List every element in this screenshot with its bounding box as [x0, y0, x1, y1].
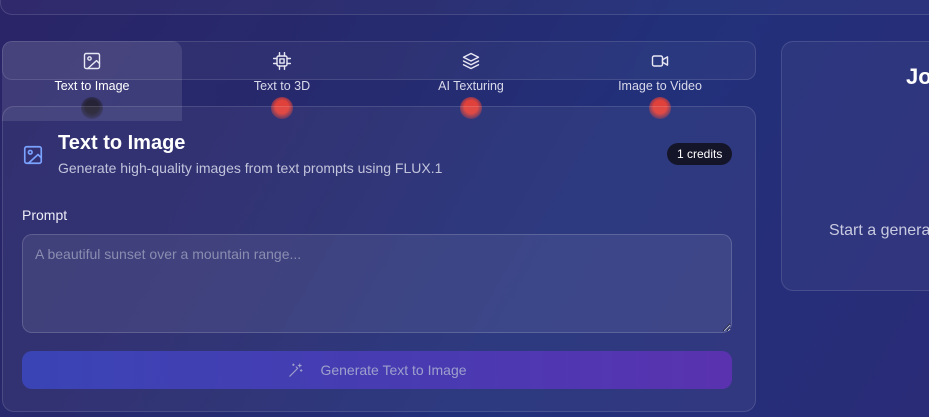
tab-label: Text to 3D [253, 79, 311, 93]
prompt-input[interactable] [22, 234, 732, 333]
results-panel: Jo Start a genera [781, 41, 929, 291]
layers-icon [462, 52, 480, 70]
generate-button-label: Generate Text to Image [320, 362, 467, 378]
prompt-label: Prompt [22, 207, 68, 223]
top-header-bar [0, 0, 929, 15]
results-empty-text: Start a genera [829, 222, 929, 239]
image-icon [83, 52, 101, 70]
credits-badge: 1 credits [667, 143, 733, 165]
tab-label: AI Texturing [438, 79, 504, 93]
tab-label: Image to Video [618, 79, 702, 93]
generate-button[interactable]: Generate Text to Image [22, 351, 732, 389]
panel-subtitle: Generate high-quality images from text p… [58, 160, 443, 176]
results-title: Jo [906, 64, 929, 89]
chip-icon [272, 51, 292, 71]
panel-title: Text to Image [58, 132, 186, 154]
tab-label: Text to Image [54, 79, 130, 93]
video-icon [651, 55, 669, 67]
magic-wand-icon [289, 363, 303, 377]
image-icon [22, 144, 44, 166]
